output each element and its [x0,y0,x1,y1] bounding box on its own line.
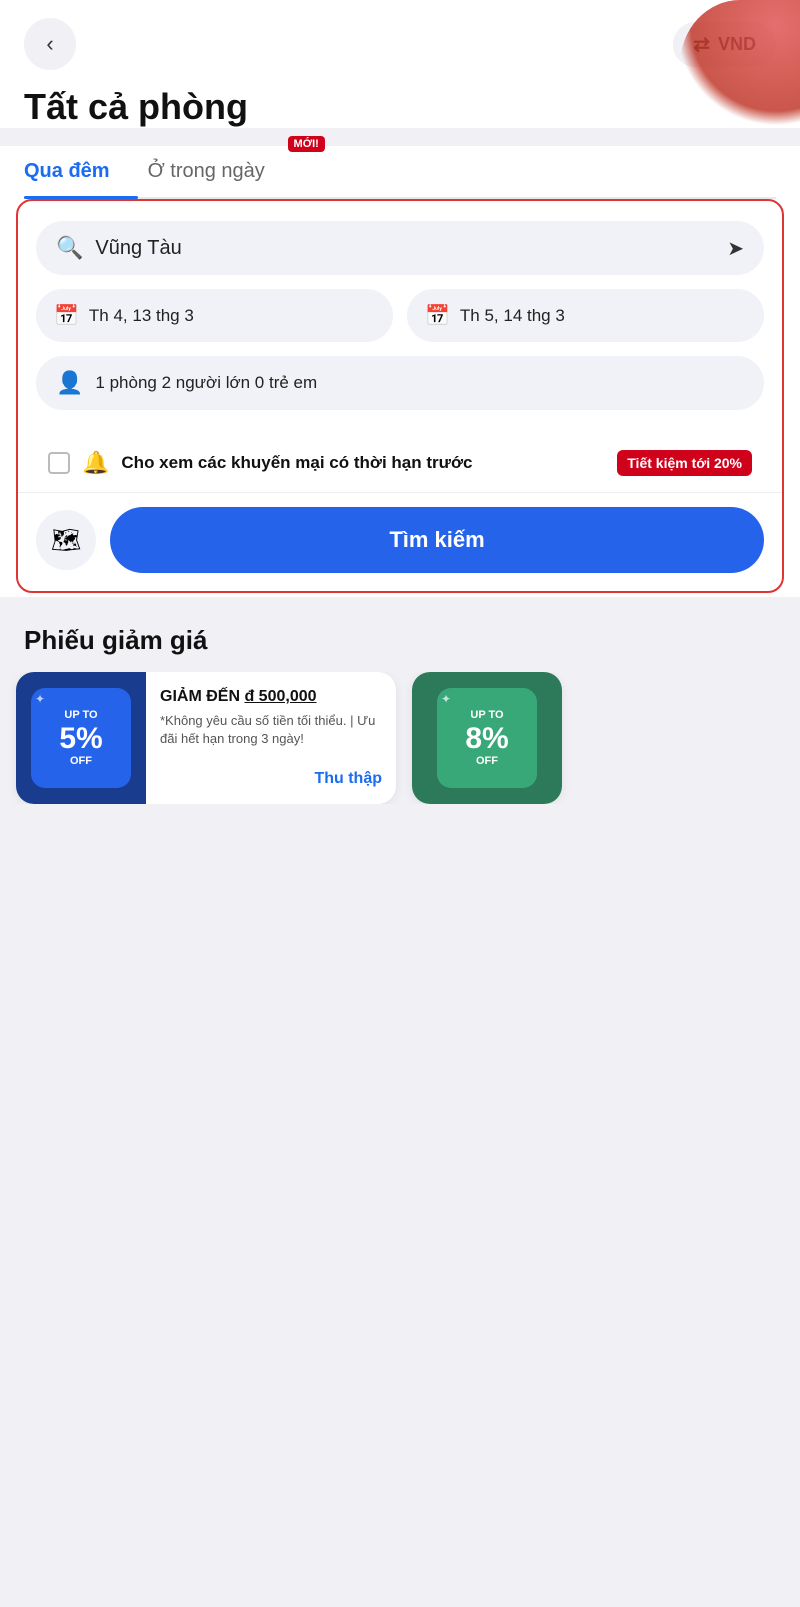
checkin-label: Th 4, 13 thg 3 [89,306,194,326]
search-main-button[interactable]: Tìm kiếm [110,507,764,573]
voucher-card-1: ✦ UP TO 5% OFF GIẢM ĐẾN đ 500,000 *Không… [16,672,396,804]
person-icon: 👤 [56,370,83,396]
location-arrow-icon[interactable]: ➤ [727,236,744,261]
search-btn-container: 🗺 Tìm kiếm [18,492,782,591]
star-deco-2: ✦ [441,692,451,706]
voucher-section: Phiếu giảm giá ✦ UP TO 5% OFF GIẢM ĐẾN [0,597,800,804]
voucher-title-1: GIẢM ĐẾN đ 500,000 [160,688,382,706]
voucher-row: ✦ UP TO 5% OFF GIẢM ĐẾN đ 500,000 *Không… [0,672,800,804]
checkin-button[interactable]: 📅 Th 4, 13 thg 3 [36,289,393,342]
map-icon-button[interactable]: 🗺 [36,510,96,570]
header-top: ‹ ⇄ VND [24,18,776,70]
checkin-calendar-icon: 📅 [54,303,79,328]
search-form-container: 🔍 ➤ 📅 Th 4, 13 thg 3 📅 Th 5, 14 thg 3 👤 … [16,199,784,593]
promo-checkbox[interactable] [48,452,70,474]
tabs-section: Qua đêm Ở trong ngày MỚI! [0,146,800,199]
promo-text: Cho xem các khuyến mại có thời hạn trước [121,452,605,475]
page-title: Tất cả phòng [24,86,776,128]
ticket-icon-1: ✦ UP TO 5% OFF [31,688,131,788]
checkout-calendar-icon: 📅 [425,303,450,328]
new-badge: MỚI! [288,136,325,152]
deco-blob [680,0,800,130]
guests-button[interactable]: 👤 1 phòng 2 người lớn 0 trẻ em [36,356,764,410]
voucher-icon-block-1: ✦ UP TO 5% OFF [16,672,146,804]
location-input-row[interactable]: 🔍 ➤ [36,221,764,275]
guests-label: 1 phòng 2 người lớn 0 trẻ em [95,373,317,393]
voucher-icon-block-2: ✦ UP TO 8% OFF [412,672,562,804]
search-form-inner: 🔍 ➤ 📅 Th 4, 13 thg 3 📅 Th 5, 14 thg 3 👤 … [18,201,782,434]
voucher-desc-1: *Không yêu cầu số tiền tối thiểu. | Ưu đ… [160,712,382,748]
voucher-section-title: Phiếu giảm giá [0,597,800,672]
location-input[interactable] [95,237,727,260]
date-row: 📅 Th 4, 13 thg 3 📅 Th 5, 14 thg 3 [36,289,764,342]
promo-alert-row: 🔔 Cho xem các khuyến mại có thời hạn trư… [28,434,772,492]
voucher-info-1: GIẢM ĐẾN đ 500,000 *Không yêu cầu số tiề… [146,672,396,804]
checkout-label: Th 5, 14 thg 3 [460,306,565,326]
star-deco-1: ✦ [35,692,45,706]
tab-daytime[interactable]: Ở trong ngày MỚI! [138,146,293,197]
back-button[interactable]: ‹ [24,18,76,70]
ticket-label-2: UP TO 8% OFF [465,709,508,766]
ticket-label-1: UP TO 5% OFF [59,709,102,766]
tabs-row: Qua đêm Ở trong ngày MỚI! [24,146,776,199]
voucher-card-2: ✦ UP TO 8% OFF [412,672,562,804]
checkout-button[interactable]: 📅 Th 5, 14 thg 3 [407,289,764,342]
collect-button-1[interactable]: Thu thập [160,770,382,788]
save-badge: Tiết kiệm tới 20% [617,450,752,476]
ticket-icon-2: ✦ UP TO 8% OFF [437,688,537,788]
alarm-icon: 🔔 [82,450,109,476]
search-icon: 🔍 [56,235,83,261]
tab-overnight[interactable]: Qua đêm [24,146,138,197]
bottom-area [0,804,800,1084]
header: ‹ ⇄ VND Tất cả phòng [0,0,800,128]
map-icon: 🗺 [51,526,81,555]
